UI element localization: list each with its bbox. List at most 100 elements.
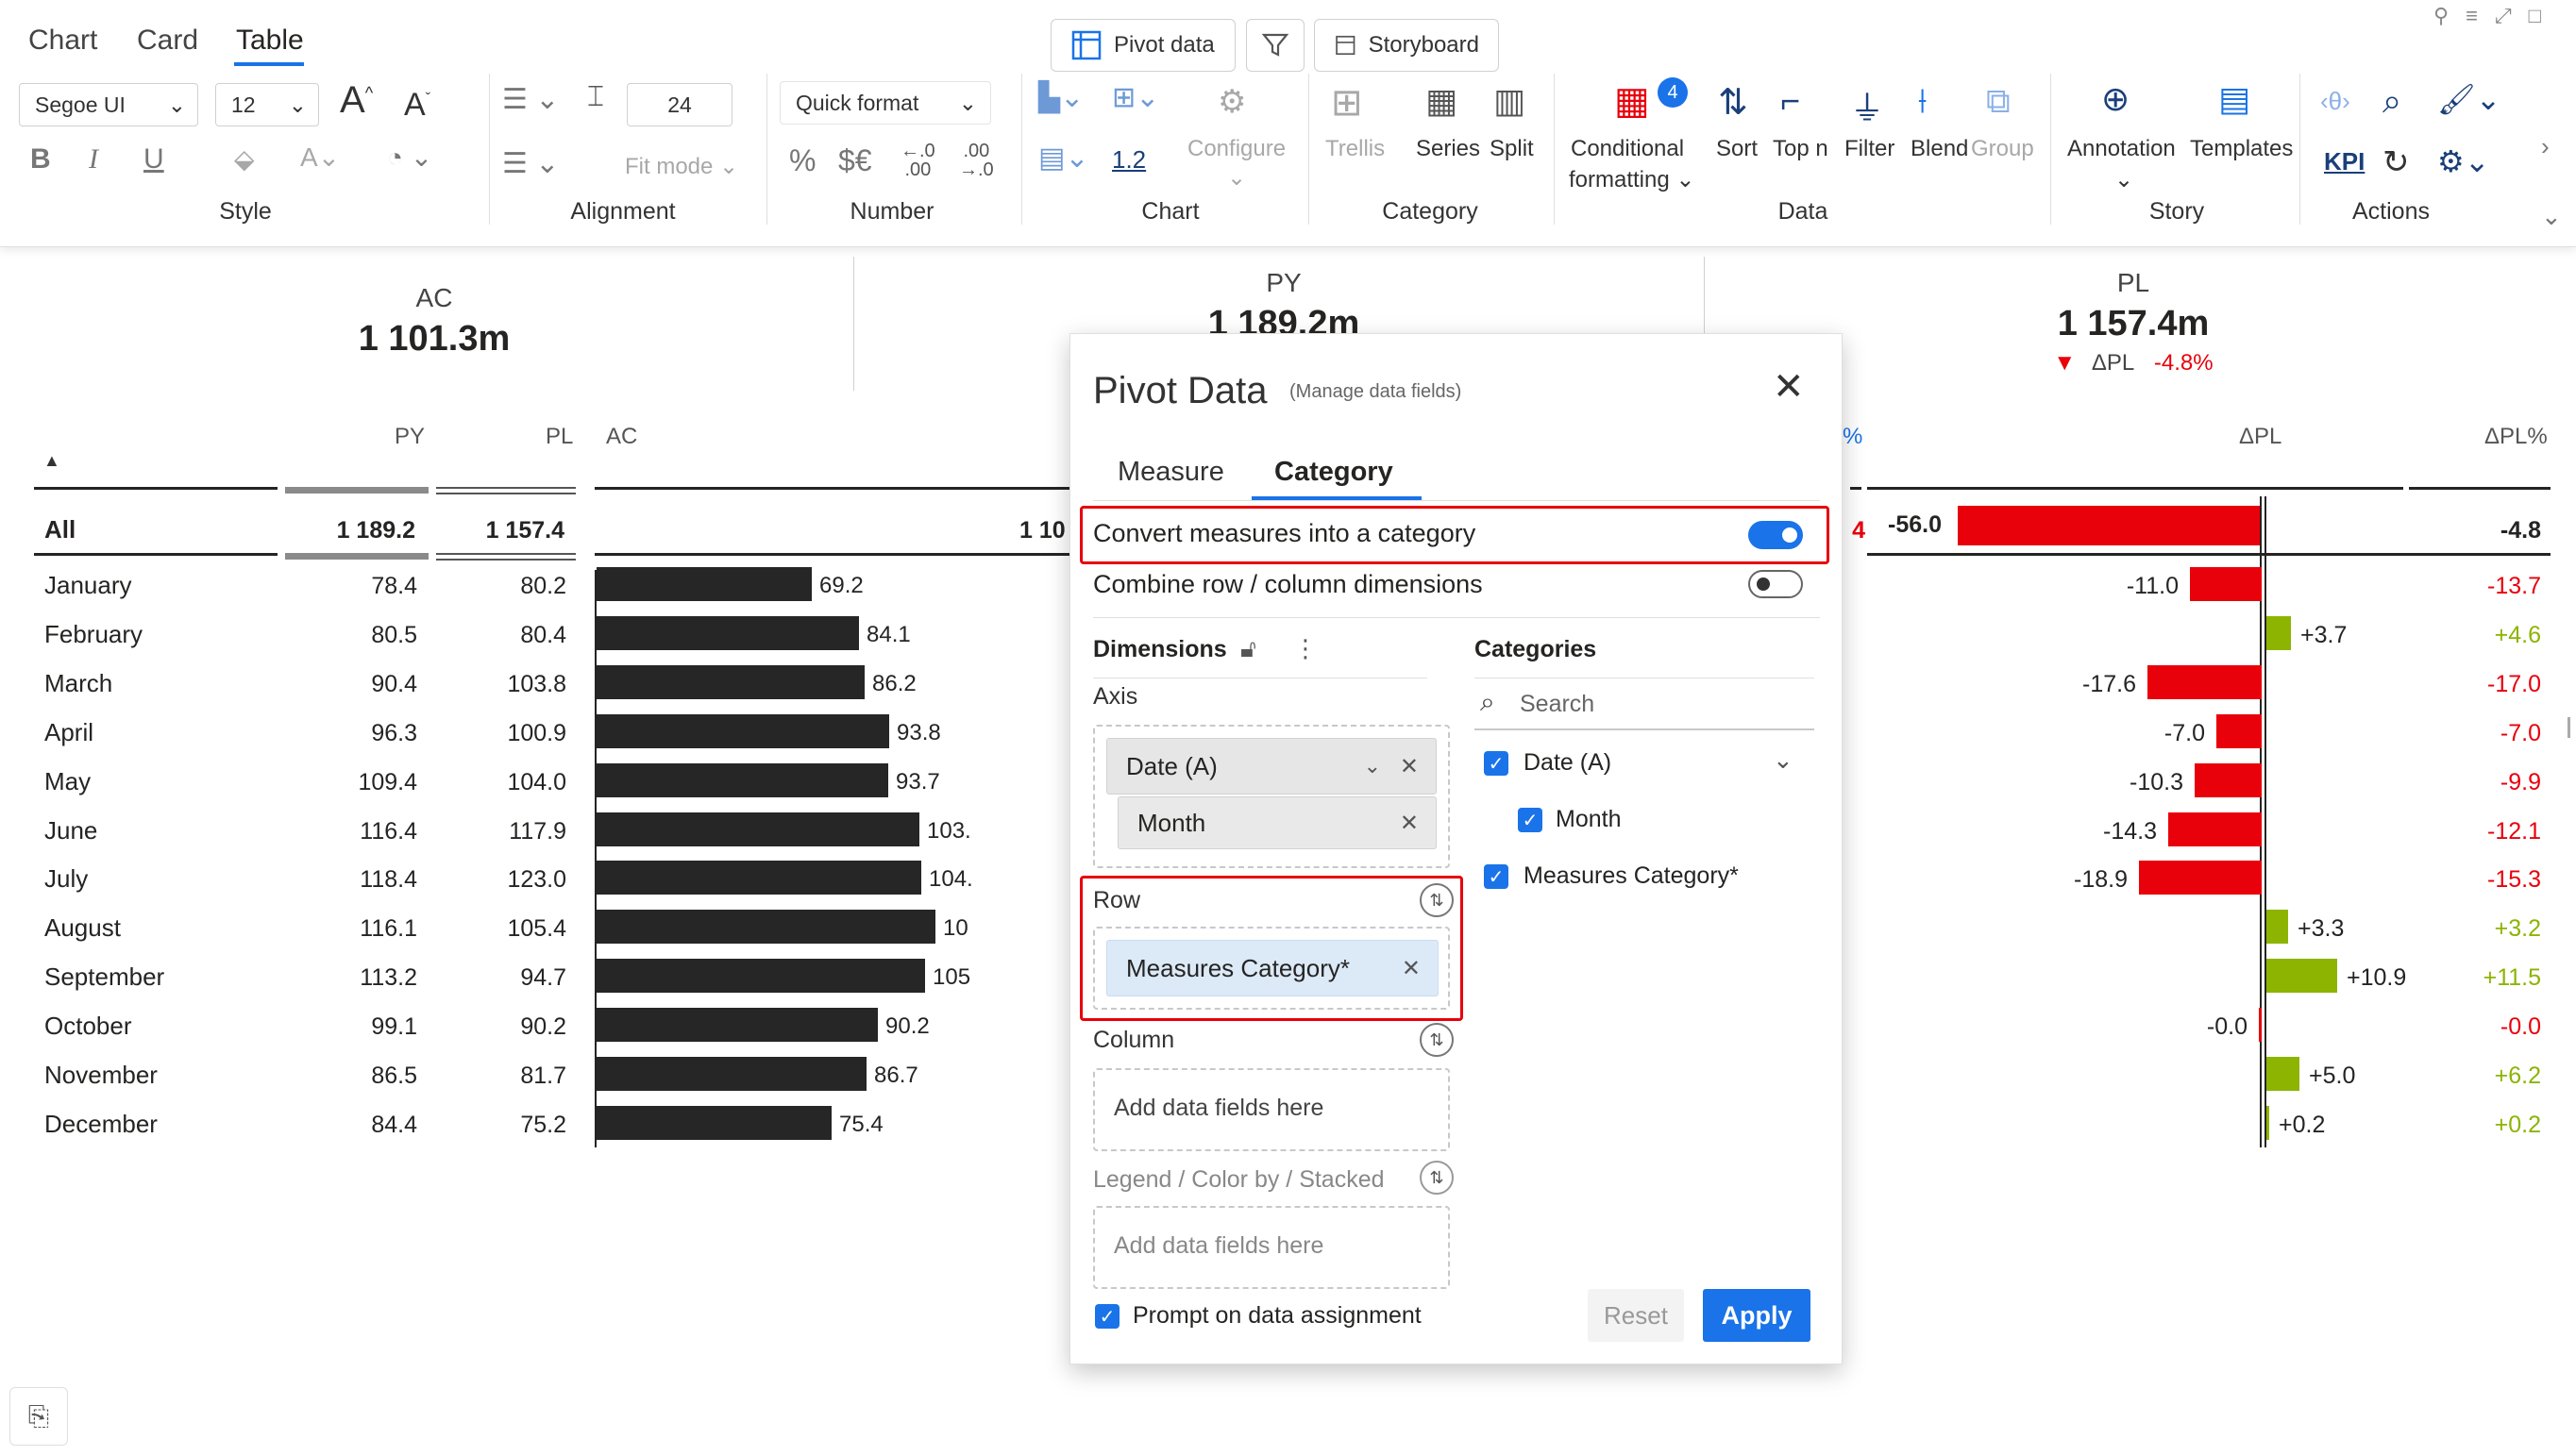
italic-icon[interactable]: I <box>89 143 98 176</box>
chevron-down-icon[interactable]: ⌄ <box>1773 745 1793 775</box>
ac-bar[interactable] <box>597 1008 878 1042</box>
ribbon-scroll-icon[interactable]: › <box>2541 132 2550 161</box>
row-swap-icon[interactable]: ⇅ <box>1420 883 1454 917</box>
settings-icon[interactable]: ⚙⌄ <box>2437 143 2490 179</box>
trellis-icon[interactable]: ⊞ <box>1331 81 1363 125</box>
more-options-icon[interactable]: ⋮ <box>1293 634 1318 663</box>
kpi-button[interactable]: KPI <box>2324 147 2365 176</box>
search-icon[interactable]: ⌕ <box>2382 81 2401 122</box>
chevron-down-icon[interactable]: ⌄ <box>1364 754 1381 778</box>
underline-icon[interactable]: U <box>143 143 164 176</box>
header-dpl[interactable]: ΔPL <box>2239 424 2281 450</box>
ac-bar[interactable] <box>597 616 859 650</box>
currency-icon[interactable]: $€ <box>838 143 872 178</box>
templates-icon[interactable]: ▤ <box>2218 79 2250 119</box>
dpl-bar[interactable] <box>2266 1057 2299 1091</box>
ac-bar[interactable] <box>597 567 812 601</box>
tab-chart[interactable]: Chart <box>28 25 97 57</box>
axis-chip-month[interactable]: Month ✕ <box>1118 796 1437 849</box>
reset-button[interactable]: Reset <box>1588 1289 1684 1342</box>
ac-bar[interactable] <box>597 665 865 699</box>
increase-decimals-icon[interactable]: .00 →.0 <box>959 142 994 179</box>
configure-label[interactable]: Configure <box>1187 136 1286 162</box>
chart-scale-value[interactable]: 1.2 <box>1112 145 1146 175</box>
collapse-ribbon-icon[interactable]: ⌄ <box>2541 202 2562 231</box>
tab-category[interactable]: Category <box>1274 457 1393 488</box>
dpl-bar[interactable] <box>2195 763 2262 797</box>
axis-chip-date[interactable]: Date (A) ⌄ ✕ <box>1106 738 1437 795</box>
apply-button[interactable]: Apply <box>1703 1289 1810 1342</box>
filter-small-icon[interactable]: ≡ <box>2466 4 2495 27</box>
split-icon[interactable]: ▥ <box>1493 81 1525 121</box>
storyboard-button[interactable]: Storyboard <box>1314 19 1499 72</box>
total-label[interactable]: All <box>44 515 76 544</box>
blend-label[interactable]: Blend <box>1911 136 1968 162</box>
fill-color-icon[interactable]: ⬙ <box>234 143 255 175</box>
header-py[interactable]: PY <box>395 424 425 450</box>
increase-font-icon[interactable]: A^ <box>340 79 373 122</box>
ac-bar[interactable] <box>597 910 935 944</box>
paint-brush-icon[interactable]: 🖌⌄ <box>2437 81 2500 117</box>
chart-type-icon[interactable]: ⊞⌄ <box>1112 81 1159 114</box>
font-color-icon[interactable]: A⌄ <box>300 142 340 173</box>
dpl-bar[interactable] <box>2266 616 2291 650</box>
category-checkbox-month[interactable]: ✓ <box>1518 808 1542 832</box>
combine-toggle[interactable] <box>1748 570 1803 598</box>
dpl-bar[interactable] <box>2216 714 2262 748</box>
filter-label[interactable]: Filter <box>1844 136 1894 162</box>
refresh-icon[interactable]: ↻ <box>2382 143 2410 181</box>
dpl-bar[interactable] <box>2139 861 2262 895</box>
sort-icon[interactable]: ⇅ <box>1718 81 1748 124</box>
conditional-formatting-icon[interactable]: ▦ <box>1614 79 1650 123</box>
group-label[interactable]: Group <box>1971 136 2034 162</box>
dpl-bar[interactable] <box>2266 1106 2269 1140</box>
percent-icon[interactable]: % <box>789 143 816 178</box>
dpl-bar[interactable] <box>2259 1008 2262 1042</box>
focus-icon[interactable]: ⤢ <box>2495 4 2529 27</box>
chart-split-icon[interactable]: ▤⌄ <box>1038 142 1088 175</box>
dpl-bar[interactable] <box>2190 567 2262 601</box>
row-chip-measures[interactable]: Measures Category* ✕ <box>1106 940 1439 996</box>
ac-bar[interactable] <box>597 812 919 846</box>
templates-label[interactable]: Templates <box>2190 136 2293 162</box>
bold-icon[interactable]: B <box>30 143 51 176</box>
quick-format-select[interactable]: Quick format ⌄ <box>780 81 991 125</box>
series-icon[interactable]: ▦ <box>1425 81 1457 121</box>
ac-bar[interactable] <box>597 959 925 993</box>
ac-bar[interactable] <box>597 1106 832 1140</box>
sort-label[interactable]: Sort <box>1716 136 1758 162</box>
top-n-label[interactable]: Top n <box>1773 136 1828 162</box>
blend-icon[interactable]: ⟊ <box>1918 81 1927 122</box>
ac-bar[interactable] <box>597 861 921 895</box>
group-icon[interactable]: ⧉ <box>1986 81 2011 122</box>
tab-table[interactable]: Table <box>236 25 304 57</box>
ac-bar[interactable] <box>597 1057 867 1091</box>
code-icon[interactable]: ‹θ› <box>2320 87 2350 116</box>
ac-bar[interactable] <box>597 714 889 748</box>
pivot-data-button[interactable]: Pivot data <box>1051 19 1236 72</box>
dpl-bar[interactable] <box>2168 812 2262 846</box>
fit-mode-select[interactable]: Fit mode ⌄ <box>625 153 738 180</box>
lock-icon[interactable]: 🔓︎ <box>1240 634 1256 664</box>
header-pct-partial[interactable]: % <box>1843 424 1862 450</box>
pin-icon[interactable]: ⚲ <box>2433 4 2466 27</box>
annotation-icon[interactable]: ⊕ <box>2101 79 2130 119</box>
tab-measure[interactable]: Measure <box>1118 457 1224 488</box>
remove-icon[interactable]: ✕ <box>1402 955 1421 982</box>
chart-layout-icon[interactable]: ▙⌄ <box>1038 81 1084 114</box>
conditional-formatting-label-2[interactable]: formatting ⌄ <box>1569 166 1695 193</box>
filter-data-icon[interactable]: ⏚ <box>1850 81 1884 130</box>
sort-ascending-icon[interactable]: ▲ <box>43 451 60 471</box>
mobile-layout-icon[interactable]: ⎘ <box>9 1387 68 1446</box>
trellis-label[interactable]: Trellis <box>1325 136 1385 162</box>
decrease-font-icon[interactable]: Aˇ <box>404 87 430 124</box>
close-icon[interactable]: ✕ <box>1773 368 1805 406</box>
dpl-bar[interactable] <box>2266 910 2288 944</box>
vertical-align-icon[interactable]: ☰ ⌄ <box>502 147 559 180</box>
categories-search-input[interactable]: Search <box>1520 691 1594 718</box>
row-height-input[interactable]: 24 <box>627 83 732 126</box>
column-swap-icon[interactable]: ⇅ <box>1420 1023 1454 1057</box>
header-pl[interactable]: PL <box>546 424 573 450</box>
header-ac[interactable]: AC <box>606 424 637 450</box>
scrollbar-thumb[interactable] <box>2568 717 2570 738</box>
